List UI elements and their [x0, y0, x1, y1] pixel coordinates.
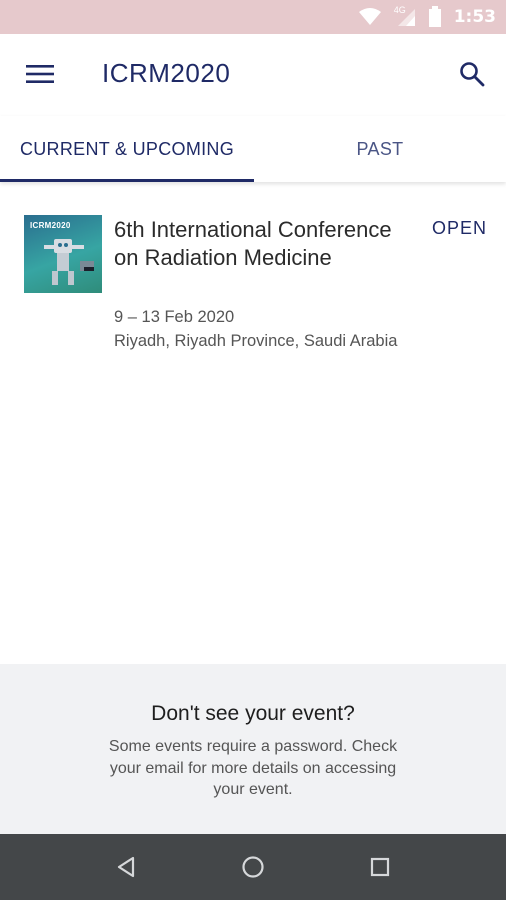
robot-illustration-icon: [44, 239, 94, 285]
menu-button[interactable]: [22, 59, 58, 89]
tab-current-upcoming[interactable]: CURRENT & UPCOMING: [0, 116, 254, 182]
system-nav-bar: [0, 834, 506, 900]
event-title: 6th International Conference on Radiatio…: [114, 217, 392, 270]
search-icon: [460, 62, 485, 87]
status-bar: 4G 1:53: [0, 0, 506, 34]
app-title: ICRM2020: [102, 58, 231, 88]
battery-icon: [428, 6, 441, 27]
cellular-signal-icon: 4G: [394, 5, 416, 27]
status-time: 1:53: [453, 7, 496, 27]
missing-event-heading: Don't see your event?: [151, 702, 355, 725]
wifi-icon: [358, 8, 381, 25]
event-tabs: CURRENT & UPCOMING PAST: [0, 116, 506, 182]
nav-back-button[interactable]: [110, 851, 142, 883]
status-icons: 4G 1:53: [358, 5, 496, 28]
app-bar: ICRM2020: [0, 34, 506, 116]
event-thumbnail: ICRM2020: [24, 215, 102, 293]
nav-home-button[interactable]: [237, 851, 269, 883]
home-icon: [242, 856, 264, 878]
back-icon: [117, 856, 135, 878]
search-button[interactable]: [456, 58, 488, 90]
event-status-badge: OPEN: [432, 218, 488, 238]
active-tab-indicator: [0, 179, 254, 182]
recent-apps-icon: [370, 857, 390, 877]
missing-event-body: Some events require a password. Check yo…: [108, 738, 398, 798]
event-location: Riyadh, Riyadh Province, Saudi Arabia: [114, 332, 398, 350]
nav-recent-apps-button[interactable]: [364, 851, 396, 883]
event-date: 9 – 13 Feb 2020: [114, 308, 235, 326]
hamburger-menu-icon: [26, 65, 54, 83]
event-list-item[interactable]: ICRM2020 6th International Conference on…: [0, 200, 506, 370]
tab-past[interactable]: PAST: [254, 116, 506, 182]
missing-event-info: Don't see your event? Some events requir…: [0, 664, 506, 834]
